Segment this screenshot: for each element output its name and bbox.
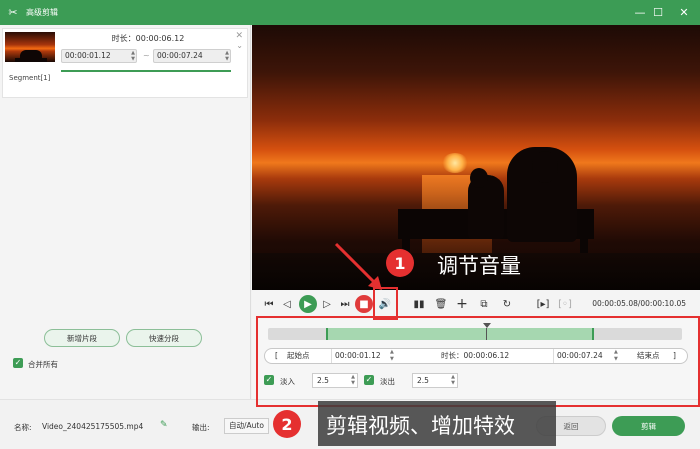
- reset-icon[interactable]: ↻: [498, 295, 516, 313]
- window-title: 高级剪辑: [26, 8, 58, 17]
- segment-chevron-icon[interactable]: ⌄: [236, 41, 243, 50]
- step-back-icon[interactable]: ◁: [278, 295, 296, 313]
- maximize-icon[interactable]: ☐: [646, 0, 670, 25]
- caption-adjust-volume: 调节音量: [437, 254, 521, 278]
- spin-arrows-icon[interactable]: ▲ ▼: [225, 50, 229, 62]
- quick-split-button[interactable]: 快速分段: [126, 329, 202, 347]
- playback-timecode: 00:00:05.08/00:00:10.05: [592, 299, 686, 308]
- segment-progress-bar: [61, 70, 231, 72]
- play-button[interactable]: ▶: [299, 295, 317, 313]
- segment-start-field[interactable]: 00:00:01.12 ▲ ▼: [61, 49, 137, 63]
- editor-highlight-box: [256, 316, 700, 407]
- segment-delete-icon[interactable]: ✕: [235, 31, 243, 41]
- merge-all-checkbox[interactable]: ✓: [13, 358, 23, 368]
- range-separator: ~: [143, 51, 150, 60]
- output-filename: Video_240425175505.mp4: [42, 422, 144, 431]
- name-label: 名称:: [14, 423, 32, 432]
- segment-card[interactable]: 时长：00:00:06.12 ✕ ⌄ 00:00:01.12 ▲ ▼ ~ 00:0…: [2, 28, 248, 98]
- step-badge-1: 1: [386, 249, 414, 277]
- segment-thumbnail: [5, 32, 55, 62]
- new-segment-button[interactable]: 新增片段: [44, 329, 120, 347]
- player-controls: ⏮ ◁ ▶ ▷ ⏭ ■ 🔊 ▮▮ 🗑 + ⧉ ↻ [▸] [◦] 00:00:0…: [252, 290, 700, 319]
- segment-duration: 时长：00:00:06.12: [111, 34, 185, 43]
- delete-icon[interactable]: 🗑: [432, 295, 450, 313]
- cut-button[interactable]: 剪辑: [612, 416, 685, 436]
- step-badge-2: 2: [273, 410, 301, 438]
- pointer-arrow-icon: [334, 242, 382, 290]
- copy-icon[interactable]: ⧉: [475, 295, 493, 313]
- caption-edit-effects: 剪辑视频、增加特效: [326, 414, 515, 438]
- title-bar: ✂ 高级剪辑 — ☐ ✕: [0, 0, 700, 25]
- split-icon[interactable]: ▮▮: [410, 295, 428, 313]
- spin-arrows-icon[interactable]: ▲ ▼: [131, 50, 135, 62]
- merge-all-label: 合并所有: [28, 360, 58, 369]
- edit-name-icon[interactable]: ✎: [160, 420, 168, 430]
- app-logo-icon: ✂: [8, 6, 18, 19]
- segment-end-field[interactable]: 00:00:07.24 ▲ ▼: [153, 49, 231, 63]
- output-label: 输出:: [192, 423, 210, 432]
- skip-to-start-icon[interactable]: ⏮: [260, 295, 278, 313]
- segment-panel: 时长：00:00:06.12 ✕ ⌄ 00:00:01.12 ▲ ▼ ~ 00:0…: [0, 25, 251, 449]
- add-icon[interactable]: +: [453, 295, 471, 313]
- snapshot-icon[interactable]: [◦]: [556, 295, 574, 313]
- output-format-select[interactable]: 自动/Auto: [224, 418, 269, 434]
- segment-name: Segment[1]: [9, 74, 51, 82]
- close-icon[interactable]: ✕: [672, 0, 696, 25]
- mark-in-out-icon[interactable]: [▸]: [534, 295, 552, 313]
